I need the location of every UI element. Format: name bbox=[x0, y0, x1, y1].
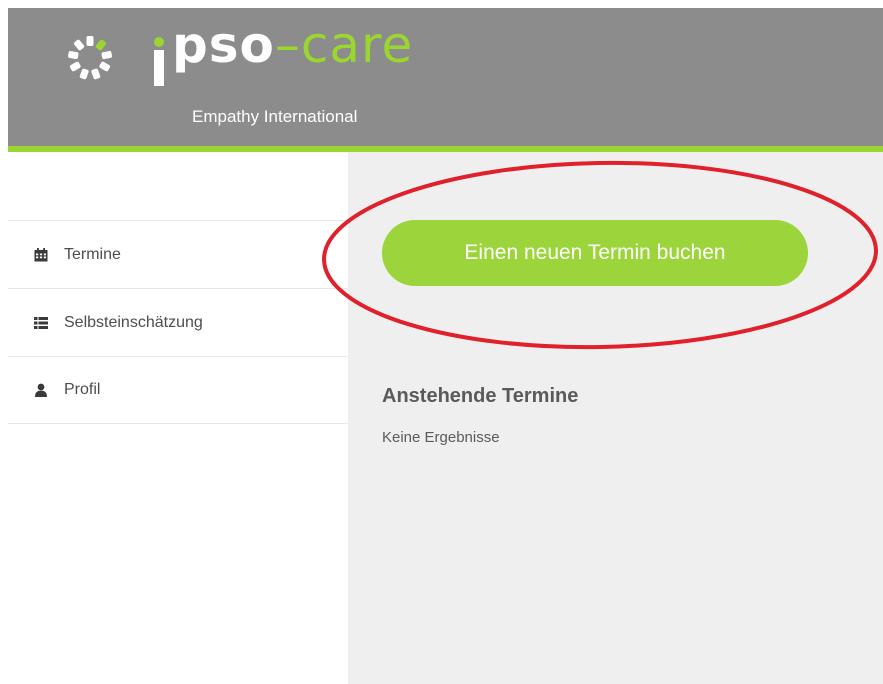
calendar-icon bbox=[34, 247, 48, 261]
main-content: Einen neuen Termin buchen Anstehende Ter… bbox=[348, 152, 883, 684]
book-appointment-button[interactable]: Einen neuen Termin buchen bbox=[382, 220, 808, 286]
upcoming-appointments-title: Anstehende Termine bbox=[382, 385, 579, 407]
sidebar-item-label: Profil bbox=[64, 381, 101, 398]
logo-word-pso: pso bbox=[172, 16, 275, 74]
sidebar-item-profil[interactable]: Profil bbox=[8, 356, 348, 424]
sidebar-item-selbsteinschaetzung[interactable]: Selbsteinschätzung bbox=[8, 288, 348, 356]
sun-ring-icon bbox=[68, 36, 112, 80]
upcoming-empty-text: Keine Ergebnisse bbox=[382, 429, 500, 446]
logo-word-care: –care bbox=[274, 16, 414, 74]
brand-subtitle: Empathy International bbox=[192, 107, 358, 126]
app-header: pso–care Empathy International bbox=[8, 8, 883, 146]
logo-wordmark: pso–care bbox=[150, 20, 413, 70]
sidebar-item-label: Termine bbox=[64, 245, 121, 263]
list-icon bbox=[34, 316, 48, 329]
user-icon bbox=[35, 383, 47, 397]
sidebar-item-termine[interactable]: Termine bbox=[8, 220, 348, 288]
sidebar-nav: Termine Selbsteinschätzung Profil bbox=[8, 220, 348, 424]
sidebar-item-label: Selbsteinschätzung bbox=[64, 313, 203, 331]
